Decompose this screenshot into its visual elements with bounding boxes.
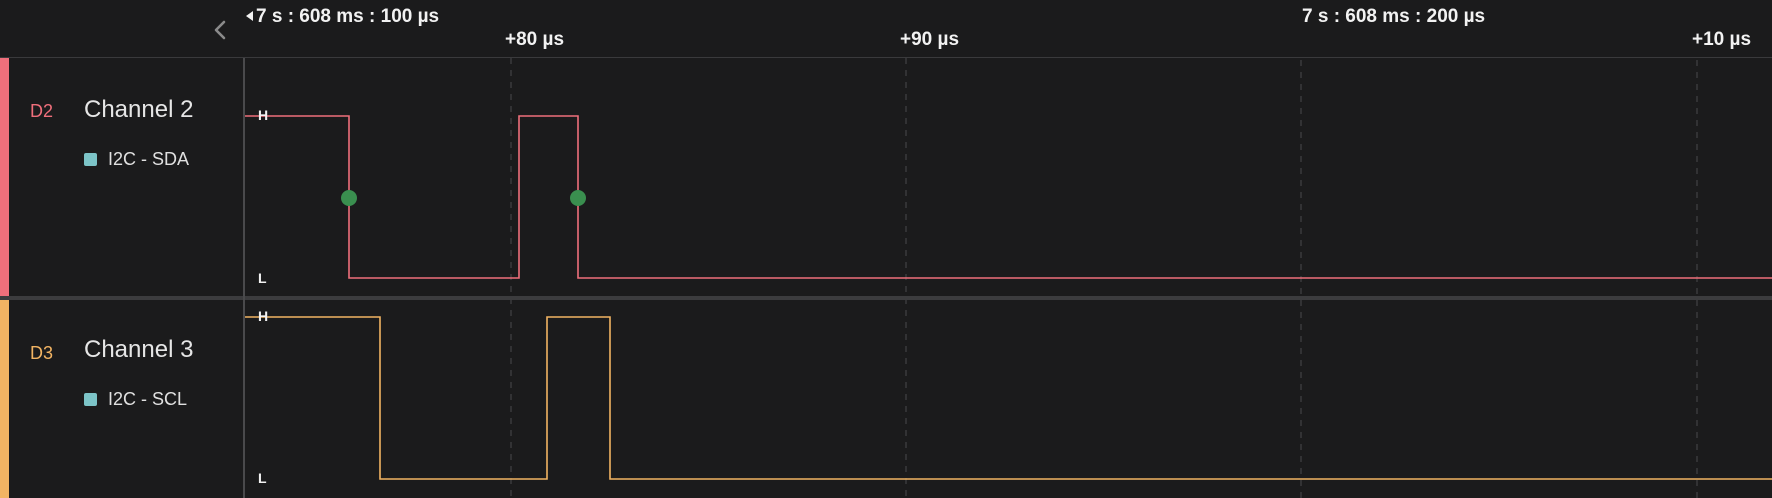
marker-dot[interactable] (341, 190, 357, 206)
analyzer-tag[interactable]: I2C - SCL (84, 389, 187, 410)
logic-analyzer-app: 7 s : 608 ms : 100 µs +80 µs +90 µs 7 s … (0, 0, 1772, 498)
marker-dot[interactable] (570, 190, 586, 206)
analyzer-color-swatch (84, 393, 97, 406)
channel-color-bar (0, 58, 9, 296)
channel-id: D2 (30, 101, 54, 121)
low-level-label: L (258, 270, 267, 286)
high-level-label: H (258, 308, 269, 324)
channel-color-bar (0, 300, 9, 498)
panel-divider[interactable] (243, 58, 245, 498)
analyzer-tag[interactable]: I2C - SDA (84, 149, 189, 170)
channel-name[interactable]: Channel 3 (84, 336, 193, 364)
analyzer-label: I2C - SCL (108, 389, 188, 409)
offset-time-label: +10 µs (1692, 29, 1752, 50)
channel-row-divider[interactable] (0, 296, 1772, 300)
low-level-label: L (258, 470, 267, 486)
triangle-left-icon (246, 11, 253, 21)
reference-time-label: 7 s : 608 ms : 200 µs (1302, 6, 1486, 27)
channel-row-2[interactable]: D2 Channel 2 I2C - SDA (0, 58, 244, 296)
channel-2-waveform (245, 115, 1772, 279)
channel-name[interactable]: Channel 2 (84, 96, 193, 124)
analyzer-color-swatch (84, 153, 97, 166)
channel-3-waveform (245, 316, 1772, 480)
reference-time-label: 7 s : 608 ms : 100 µs (256, 6, 440, 27)
grid-lines (510, 0, 1698, 498)
high-level-label: H (258, 107, 269, 123)
chevron-left-icon[interactable] (206, 16, 234, 44)
channel-id: D3 (30, 343, 54, 363)
analyzer-label: I2C - SDA (108, 149, 190, 169)
channel-list: D2 Channel 2 I2C - SDA D3 Channel 3 I2C … (0, 58, 244, 498)
channel-row-3[interactable]: D3 Channel 3 I2C - SCL (0, 300, 244, 498)
offset-time-label: +90 µs (900, 29, 960, 50)
offset-time-label: +80 µs (505, 29, 565, 50)
timeline-header[interactable]: 7 s : 608 ms : 100 µs +80 µs +90 µs 7 s … (0, 0, 1772, 58)
waveform-canvas[interactable] (0, 0, 1772, 498)
